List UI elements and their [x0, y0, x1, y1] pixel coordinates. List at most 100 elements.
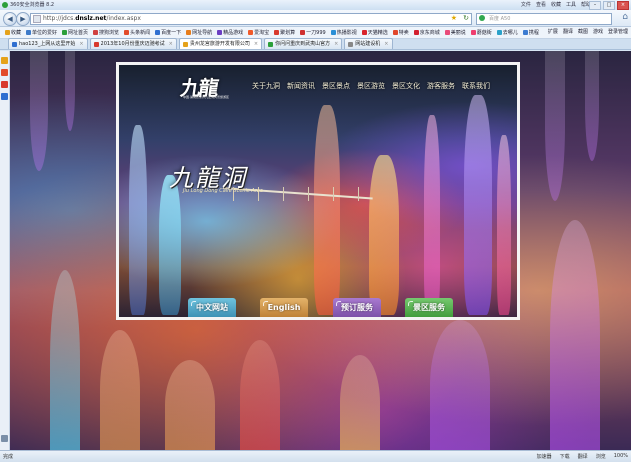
menu-item-contact[interactable]: 联系我们	[462, 81, 490, 91]
english-site-button[interactable]: English	[260, 298, 308, 317]
favorites-icon[interactable]	[1, 57, 8, 64]
bookmark-item[interactable]: 收藏	[5, 29, 21, 36]
browser-tab[interactable]: 贵州龙宫旅游开发有限公司 ×	[178, 38, 263, 49]
booking-service-button[interactable]: 预订服务	[333, 298, 381, 317]
browser-tab[interactable]: 你问问重庆到武夷山官方 ×	[264, 38, 343, 49]
status-tool[interactable]: 下载	[560, 453, 570, 460]
maximize-icon[interactable]: □	[603, 1, 615, 10]
menu-item-visitor-service[interactable]: 游客服务	[427, 81, 455, 91]
bookmark-item[interactable]: 天猫精选	[361, 29, 388, 36]
bookmark-item[interactable]: 特卖	[392, 29, 409, 36]
browser-logo-icon	[2, 2, 8, 8]
status-text: 完成	[3, 454, 14, 460]
toolbar-tool[interactable]: 翻译	[563, 28, 573, 35]
bookmark-item[interactable]: 精品游戏	[217, 29, 243, 36]
menu-item-culture[interactable]: 景区文化	[392, 81, 420, 91]
search-input[interactable]: 百度 A50	[489, 15, 510, 22]
bookmark-item[interactable]: 蘑菇街	[470, 29, 492, 36]
search-engine-icon[interactable]	[479, 15, 485, 21]
tab-close-icon[interactable]: ×	[384, 39, 388, 49]
home-icon[interactable]: ⌂	[622, 12, 628, 22]
bookmark-favicon-icon	[413, 30, 419, 35]
bookmark-item[interactable]: 单位的爱好	[26, 29, 57, 36]
sidebar-toggle-icon[interactable]	[1, 435, 8, 442]
bookmark-item[interactable]: 携程	[522, 29, 539, 36]
bookmark-favicon-icon	[392, 30, 398, 35]
site-logo[interactable]: 九龍 中国·湖南张家界九龙洞风景旅游区	[179, 72, 239, 100]
minimize-icon[interactable]: –	[589, 1, 601, 10]
tab-close-icon[interactable]: ×	[169, 39, 173, 49]
menu-item-news[interactable]: 新闻资讯	[287, 81, 315, 91]
status-tools: 加速器 下载 翻译 浏览 100%	[537, 453, 628, 460]
menu-item-tour[interactable]: 景区游览	[357, 81, 385, 91]
search-box[interactable]: 百度 A50	[476, 13, 612, 25]
address-bar[interactable]: http://jdcs.dnslz.net/index.aspx ★ ↻	[30, 13, 472, 25]
tab-favicon-icon	[182, 41, 188, 47]
menu-file[interactable]: 文件	[521, 1, 531, 8]
site-banner: 九龍 中国·湖南张家界九龙洞风景旅游区 关于九洞 新闻资讯 景区景点 景区游览 …	[116, 62, 520, 320]
tab-favicon-icon	[93, 41, 99, 47]
bookmark-item[interactable]: 网址首页	[62, 29, 88, 36]
bookmark-label: 聚划算	[280, 30, 296, 36]
status-tool[interactable]: 浏览	[596, 453, 606, 460]
status-tool[interactable]: 翻译	[578, 453, 588, 460]
navigation-bar: ◀ ▶ http://jdcs.dnslz.net/index.aspx ★ ↻…	[0, 10, 631, 27]
history-icon[interactable]	[1, 69, 8, 76]
bookmark-item[interactable]: 聚划算	[274, 29, 295, 36]
browser-tab[interactable]: 网站建设机 ×	[344, 38, 393, 49]
logo-subtitle: 中国·湖南张家界九龙洞风景旅游区	[183, 95, 229, 99]
tab-close-icon[interactable]: ×	[254, 39, 258, 49]
bookmark-label: 收藏	[11, 30, 22, 36]
bookmark-item[interactable]: 网址导航	[186, 29, 212, 36]
side-toolbar	[0, 51, 10, 450]
window-controls: – □ ×	[589, 1, 629, 10]
tab-close-icon[interactable]: ×	[334, 39, 338, 49]
forward-icon[interactable]: ▶	[16, 12, 30, 26]
menu-tools[interactable]: 工具	[566, 1, 576, 8]
bookmark-star-icon[interactable]: ★	[451, 14, 457, 22]
toolbar-tool[interactable]: 扩展	[548, 28, 558, 35]
bookmark-favicon-icon	[496, 30, 502, 35]
bookmark-item[interactable]: 一刀999	[300, 29, 326, 36]
bookmark-favicon-icon	[217, 30, 223, 35]
browser-tab[interactable]: hao123_上网从这里开始 ×	[8, 38, 88, 49]
bookmark-item[interactable]: 百度一下	[155, 29, 181, 36]
status-tool[interactable]: 100%	[614, 453, 628, 460]
toolbar-tool[interactable]: 截图	[578, 28, 588, 35]
refresh-icon[interactable]: ↻	[463, 14, 469, 22]
toolbar-tool[interactable]: 游戏	[593, 28, 603, 35]
bookmark-item[interactable]: 去哪儿	[496, 29, 518, 36]
page-title-english: Jiu Long Dong Cave Scenic Area	[183, 188, 263, 194]
menu-item-about[interactable]: 关于九洞	[252, 81, 280, 91]
bookmark-label: 天猫精选	[367, 30, 388, 36]
page-heading: 九龍洞 Jiu Long Dong Cave Scenic Area	[169, 158, 263, 194]
status-tool[interactable]: 加速器	[537, 453, 552, 460]
back-icon[interactable]: ◀	[3, 12, 17, 26]
toolbar-tool[interactable]: 登录管理	[608, 28, 628, 35]
tab-label: 你问问重庆到武夷山官方	[275, 41, 331, 47]
bookmark-favicon-icon	[62, 30, 68, 35]
bookmark-favicon-icon	[330, 30, 336, 35]
chinese-site-button[interactable]: 中文网站	[188, 298, 236, 317]
bookmark-item[interactable]: 热播影视	[330, 29, 357, 36]
window-title: 360安全浏览器 8.2	[10, 2, 55, 8]
site-main-menu: 关于九洞 新闻资讯 景区景点 景区游览 景区文化 游客服务 联系我们	[252, 81, 490, 91]
menu-item-scenic-spots[interactable]: 景区景点	[322, 81, 350, 91]
browser-tab[interactable]: 2013年10月份重庆迈驰考试 ×	[89, 38, 177, 49]
bookmark-item[interactable]: 头条新闻	[124, 29, 150, 36]
menu-favorites[interactable]: 收藏	[551, 1, 561, 8]
tab-close-icon[interactable]: ×	[79, 39, 83, 49]
close-icon[interactable]: ×	[617, 1, 629, 10]
weibo-icon[interactable]	[1, 81, 8, 88]
tab-favicon-icon	[348, 41, 354, 47]
download-icon[interactable]	[1, 93, 8, 100]
page-viewport: 九龍 中国·湖南张家界九龙洞风景旅游区 关于九洞 新闻资讯 景区景点 景区游览 …	[10, 51, 631, 450]
scenic-service-button[interactable]: 景区服务	[405, 298, 453, 317]
bookmark-item[interactable]: 京东商城	[413, 29, 440, 36]
bookmark-item[interactable]: 美丽说	[444, 29, 466, 36]
bookmark-label: 爱淘宝	[254, 30, 270, 36]
bookmark-item[interactable]: 搜狗浏览	[93, 29, 119, 36]
bookmark-item[interactable]: 爱淘宝	[248, 29, 269, 36]
menu-view[interactable]: 查看	[536, 1, 546, 8]
bookmark-label: 京东商城	[419, 30, 440, 36]
